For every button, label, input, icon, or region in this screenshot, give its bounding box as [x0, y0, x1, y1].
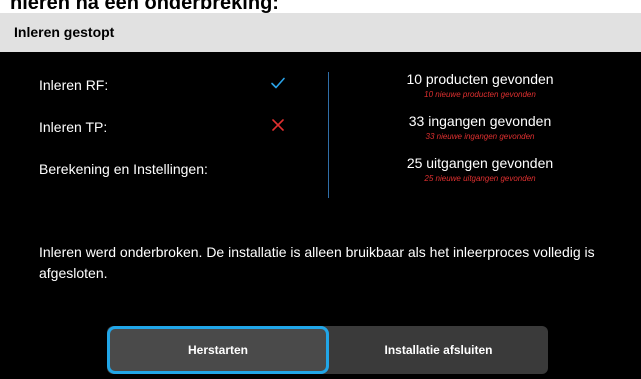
dialog-title: Inleren gestopt: [14, 24, 115, 40]
products-count: 10 producten gevonden: [406, 71, 554, 87]
dialog-header: Inleren gestopt: [0, 13, 641, 52]
outputs-new-count: 25 nieuwe uitgangen gevonden: [424, 174, 536, 183]
interrupted-dialog: Inleren gestopt Inleren RF: Inleren TP: …: [0, 13, 641, 379]
interruption-message: Inleren werd onderbroken. De installatie…: [39, 244, 595, 281]
button-group: Herstarten Installatie afsluiten: [107, 326, 548, 374]
screen: nleren na een onderbreking: Inleren gest…: [0, 0, 641, 379]
check-icon: [271, 77, 285, 89]
exit-installation-button[interactable]: Installatie afsluiten: [329, 326, 548, 374]
cross-icon: [272, 119, 284, 131]
status-label-rf: Inleren RF:: [39, 77, 109, 93]
inputs-count: 33 ingangen gevonden: [408, 113, 552, 129]
status-label-tp: Inleren TP:: [39, 119, 108, 135]
outputs-count: 25 uitgangen gevonden: [406, 155, 554, 171]
restart-button[interactable]: Herstarten: [107, 326, 329, 374]
status-label-calculation: Berekening en Instellingen:: [39, 161, 208, 177]
products-new-count: 10 nieuwe producten gevonden: [424, 90, 536, 99]
divider: [328, 72, 329, 198]
inputs-new-count: 33 nieuwe ingangen gevonden: [425, 132, 535, 141]
